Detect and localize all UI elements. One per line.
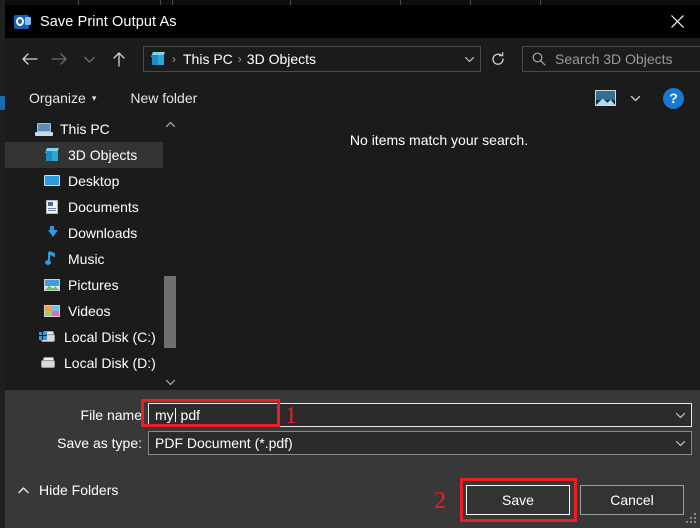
chevron-down-icon: ▾ bbox=[91, 92, 97, 103]
chevron-down-icon[interactable] bbox=[625, 88, 645, 108]
toolbar: Organize ▾ New folder ? bbox=[5, 80, 700, 116]
arrow-left-icon[interactable] bbox=[14, 44, 44, 74]
3d-objects-cube-icon bbox=[150, 51, 167, 67]
breadcrumb-item-this-pc[interactable]: This PC bbox=[183, 51, 233, 67]
sidebar-item-local-disk-d[interactable]: Local Disk (D:) bbox=[5, 350, 177, 376]
cancel-button[interactable]: Cancel bbox=[580, 485, 684, 515]
hide-folders-label: Hide Folders bbox=[39, 482, 119, 498]
chevron-down-icon[interactable] bbox=[669, 409, 691, 422]
sidebar-scrollbar[interactable] bbox=[163, 116, 177, 390]
empty-state-message: No items match your search. bbox=[349, 132, 529, 148]
file-name-text-before: my bbox=[155, 407, 174, 423]
sidebar-item-this-pc[interactable]: This PC bbox=[5, 116, 177, 142]
chevron-up-icon[interactable] bbox=[163, 116, 177, 132]
organize-label: Organize bbox=[29, 90, 86, 106]
music-icon bbox=[43, 250, 61, 267]
arrow-right-icon[interactable] bbox=[44, 44, 74, 74]
save-dialog-window: Save Print Output As › This PC › 3D Obje… bbox=[0, 0, 700, 528]
help-icon[interactable]: ? bbox=[663, 87, 684, 109]
organize-button[interactable]: Organize ▾ bbox=[29, 85, 96, 111]
local-disk-d-icon bbox=[39, 355, 57, 371]
3d-objects-cube-icon bbox=[43, 147, 61, 163]
text-caret bbox=[174, 408, 176, 422]
sidebar-item-label: Downloads bbox=[68, 225, 138, 241]
search-placeholder: Search 3D Objects bbox=[555, 51, 673, 67]
save-button[interactable]: Save bbox=[466, 485, 570, 515]
scrollbar-thumb[interactable] bbox=[164, 276, 176, 348]
chevron-up-icon bbox=[17, 485, 30, 496]
save-as-type-row: Save as type: PDF Document (*.pdf) bbox=[5, 431, 692, 455]
annotation-marker-2: 2 bbox=[434, 488, 446, 514]
sidebar-item-label: Pictures bbox=[68, 277, 119, 293]
resize-grip-icon[interactable] bbox=[685, 513, 697, 525]
navigation-bar: › This PC › 3D Objects Search 3D Objects bbox=[5, 38, 700, 80]
title-bar: Save Print Output As bbox=[5, 5, 700, 38]
sidebar-item-videos[interactable]: Videos bbox=[5, 298, 177, 324]
refresh-icon[interactable] bbox=[483, 44, 513, 74]
chevron-down-icon[interactable] bbox=[669, 437, 691, 450]
file-name-row: File name my pdf bbox=[5, 403, 692, 427]
sidebar-item-documents[interactable]: Documents bbox=[5, 194, 177, 220]
sidebar-item-label: Local Disk (D:) bbox=[64, 355, 156, 371]
search-icon bbox=[531, 51, 547, 67]
window-title: Save Print Output As bbox=[40, 13, 177, 30]
sidebar-item-desktop[interactable]: Desktop bbox=[5, 168, 177, 194]
annotation-marker-1: 1 bbox=[285, 403, 297, 429]
new-folder-button[interactable]: New folder bbox=[130, 85, 197, 111]
breadcrumb-separator: › bbox=[237, 52, 242, 66]
this-pc-icon bbox=[35, 121, 53, 137]
arrow-up-icon[interactable] bbox=[104, 44, 134, 74]
sidebar-item-music[interactable]: Music bbox=[5, 246, 177, 272]
breadcrumb-separator: › bbox=[172, 52, 176, 66]
sidebar-item-label: Music bbox=[68, 251, 105, 267]
file-name-input[interactable]: my pdf bbox=[148, 403, 692, 427]
documents-icon bbox=[43, 199, 61, 215]
sidebar-item-label: This PC bbox=[60, 121, 110, 137]
search-input[interactable]: Search 3D Objects bbox=[522, 46, 700, 72]
breadcrumb-item-3d-objects[interactable]: 3D Objects bbox=[247, 51, 316, 67]
chevron-down-icon[interactable] bbox=[74, 44, 104, 74]
navigation-pane: This PC 3D Objects Desktop Documents Dow… bbox=[5, 116, 177, 390]
close-icon[interactable] bbox=[654, 5, 700, 38]
pictures-icon bbox=[43, 277, 61, 293]
file-name-value: my pdf bbox=[155, 407, 200, 423]
file-list-pane[interactable]: No items match your search. bbox=[178, 116, 700, 390]
hide-folders-button[interactable]: Hide Folders bbox=[17, 482, 118, 498]
sidebar-item-local-disk-c[interactable]: Local Disk (C:) bbox=[5, 324, 177, 350]
sidebar-item-3d-objects[interactable]: 3D Objects bbox=[5, 142, 177, 168]
new-folder-label: New folder bbox=[130, 90, 198, 106]
sidebar-item-label: 3D Objects bbox=[68, 147, 138, 163]
local-disk-c-icon bbox=[39, 329, 57, 345]
sidebar-item-downloads[interactable]: Downloads bbox=[5, 220, 177, 246]
view-mode-icon[interactable] bbox=[593, 88, 619, 108]
chevron-down-icon[interactable] bbox=[458, 53, 480, 66]
sidebar-item-label: Documents bbox=[68, 199, 139, 215]
dialog-body: This PC 3D Objects Desktop Documents Dow… bbox=[5, 116, 700, 390]
file-name-text-after: pdf bbox=[176, 407, 201, 423]
videos-icon bbox=[43, 303, 61, 319]
sidebar-item-label: Videos bbox=[68, 303, 111, 319]
save-as-type-label: Save as type: bbox=[57, 435, 142, 451]
outlook-icon bbox=[13, 13, 31, 31]
sidebar-item-pictures[interactable]: Pictures bbox=[5, 272, 177, 298]
address-bar[interactable]: › This PC › 3D Objects bbox=[143, 46, 481, 72]
save-as-type-select[interactable]: PDF Document (*.pdf) bbox=[148, 431, 692, 455]
desktop-icon bbox=[43, 173, 61, 189]
sidebar-item-label: Local Disk (C:) bbox=[64, 329, 156, 345]
file-name-label: File name bbox=[80, 407, 142, 423]
downloads-icon bbox=[43, 225, 61, 241]
sidebar-item-label: Desktop bbox=[68, 173, 120, 189]
save-as-type-value: PDF Document (*.pdf) bbox=[155, 435, 293, 451]
chevron-down-icon[interactable] bbox=[163, 374, 177, 390]
